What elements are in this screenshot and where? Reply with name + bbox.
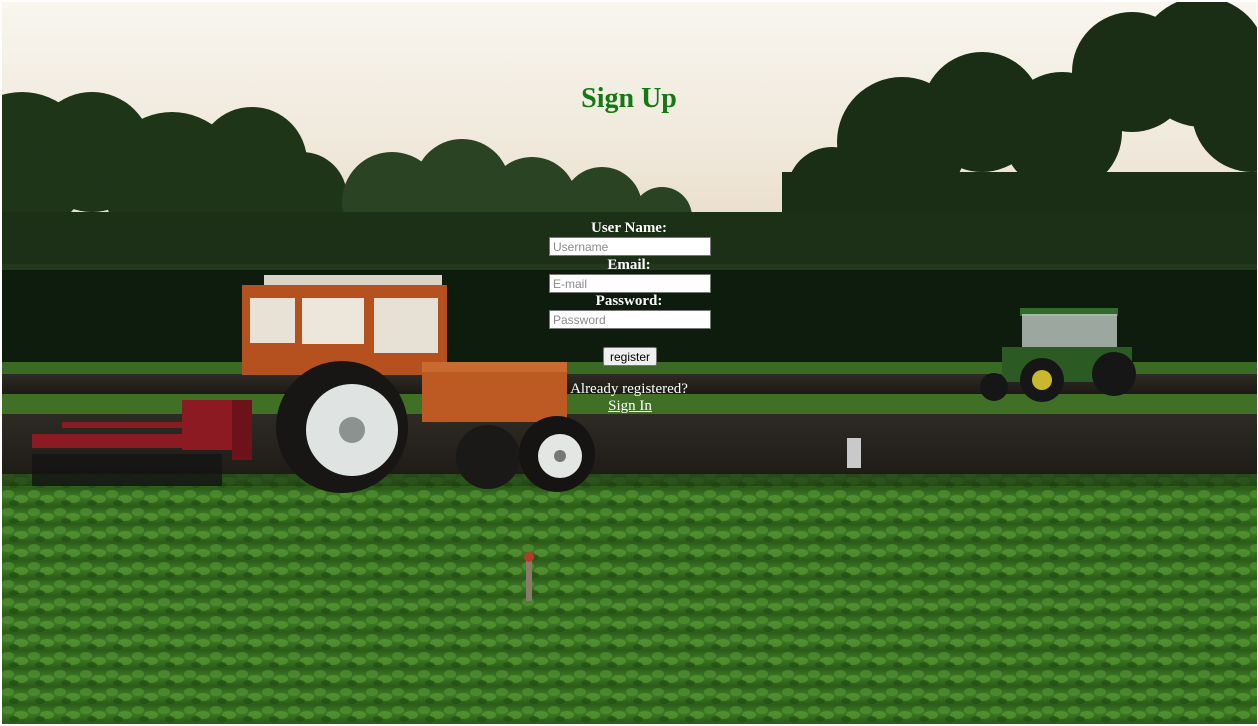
sign-in-link[interactable]: Sign In bbox=[608, 398, 652, 415]
signup-form: Sign Up User Name: Email: Password: regi… bbox=[0, 0, 1258, 726]
username-label: User Name: bbox=[591, 220, 667, 236]
register-button[interactable]: register bbox=[603, 347, 657, 366]
email-label: Email: bbox=[607, 257, 651, 273]
page-title: Sign Up bbox=[581, 83, 677, 114]
already-registered-text: Already registered? bbox=[570, 381, 688, 397]
email-input[interactable] bbox=[549, 274, 711, 293]
password-label: Password: bbox=[595, 293, 663, 309]
username-input[interactable] bbox=[549, 237, 711, 256]
password-input[interactable] bbox=[549, 310, 711, 329]
